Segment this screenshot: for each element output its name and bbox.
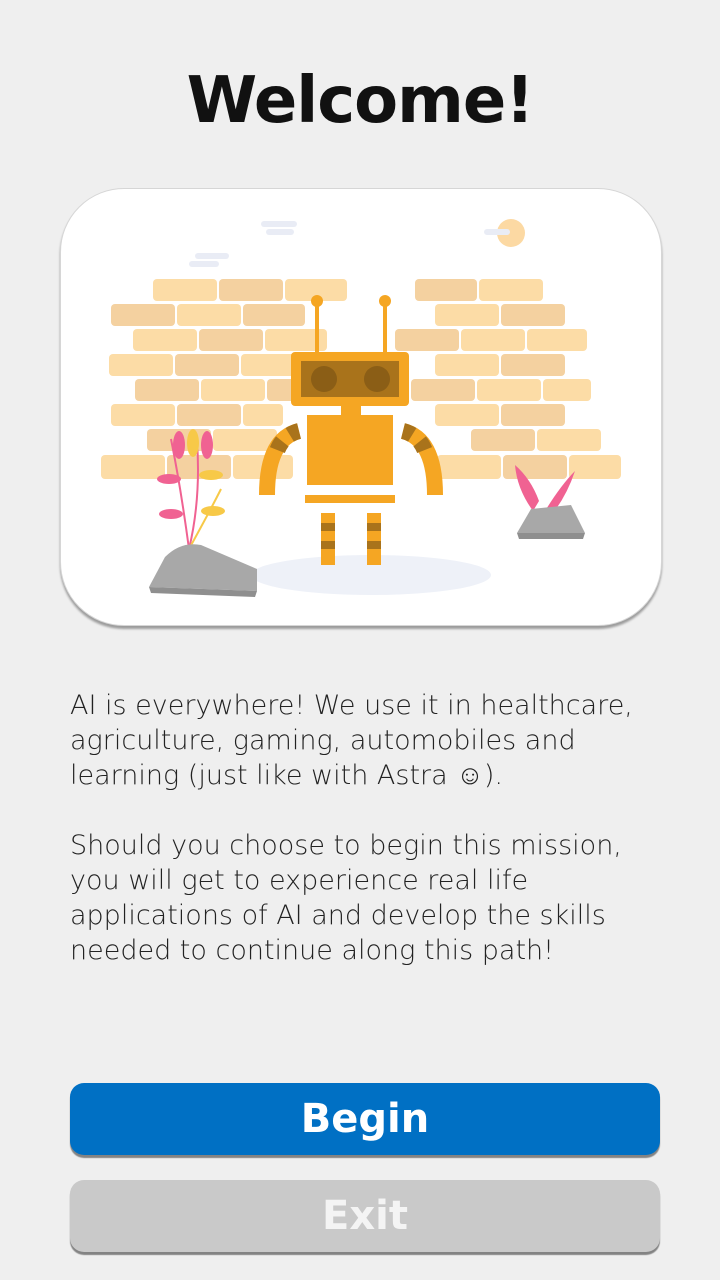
intro-text: AI is everywhere! We use it in healthcar…	[70, 688, 670, 1003]
intro-paragraph-1: AI is everywhere! We use it in healthcar…	[70, 690, 633, 791]
sky-decor	[189, 219, 525, 267]
left-plant	[149, 429, 257, 597]
exit-button[interactable]: Exit	[70, 1180, 660, 1252]
illustration-card	[60, 188, 662, 626]
begin-button[interactable]: Begin	[70, 1083, 660, 1155]
robot-illustration	[101, 219, 621, 597]
intro-paragraph-2: Should you choose to begin this mission,…	[70, 830, 622, 966]
page-title: Welcome!	[186, 64, 535, 138]
